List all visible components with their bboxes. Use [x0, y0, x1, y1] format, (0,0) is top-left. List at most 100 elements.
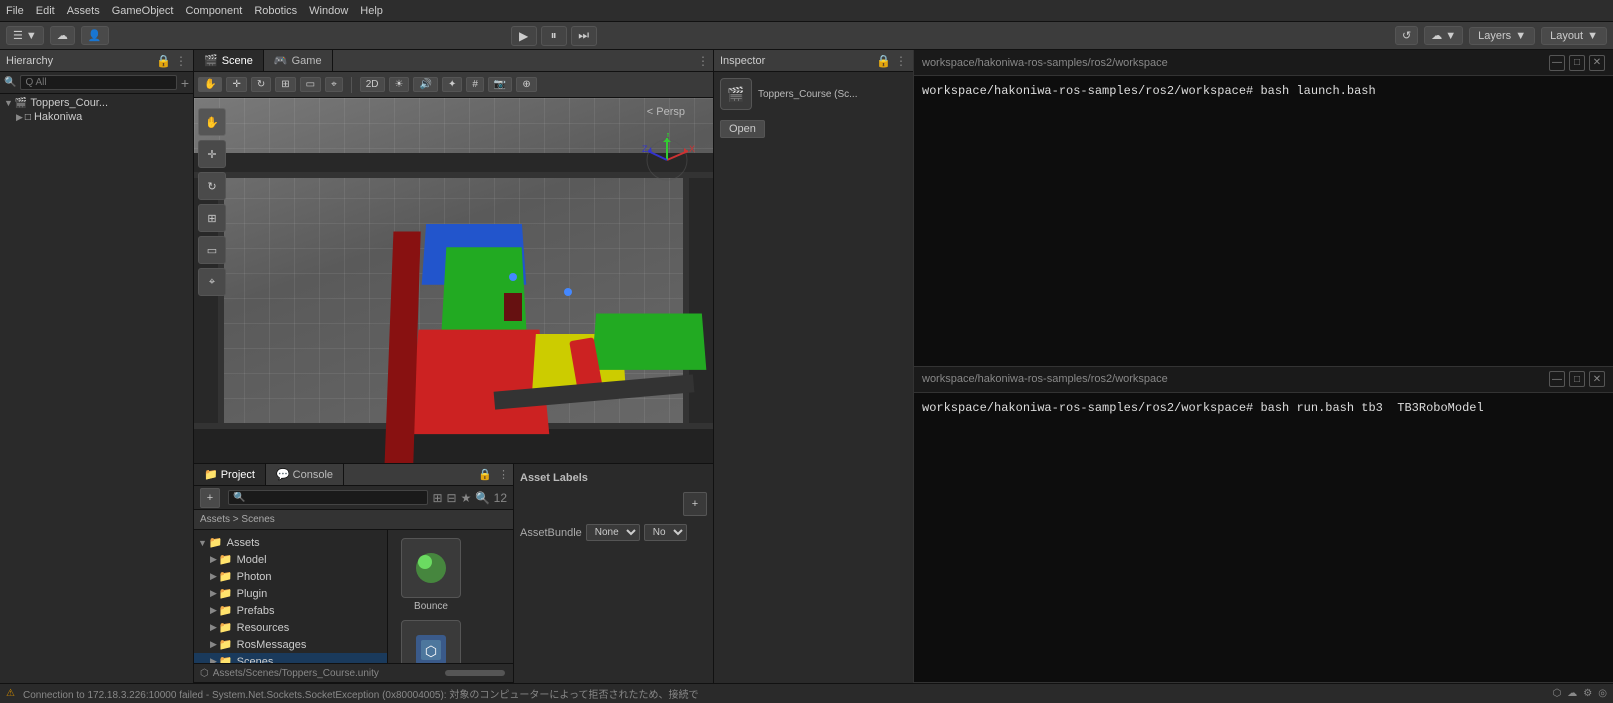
- menu-item-file[interactable]: File: [6, 5, 24, 17]
- undo-history-button[interactable]: ↺: [1395, 26, 1418, 45]
- more-icon[interactable]: ⋮: [498, 468, 509, 481]
- asset-tree-item-rosmessages[interactable]: ▶ 📁 RosMessages: [194, 636, 387, 653]
- maximize-button[interactable]: □: [1569, 371, 1585, 387]
- layout-dropdown[interactable]: Layout ▼: [1541, 27, 1607, 45]
- lock-icon[interactable]: 🔒: [876, 54, 891, 68]
- menu-item-robotics[interactable]: Robotics: [254, 5, 297, 17]
- scene-gizmos-toggle[interactable]: ⊕: [516, 77, 536, 92]
- folder-icon: 📁: [219, 587, 233, 600]
- pause-button[interactable]: ⏸: [541, 26, 567, 46]
- scene-grid-toggle[interactable]: #: [466, 77, 484, 92]
- layers-icon[interactable]: ◎: [1598, 688, 1607, 699]
- asset-tree-item-photon[interactable]: ▶ 📁 Photon: [194, 568, 387, 585]
- cloud-icon[interactable]: ☁: [1567, 688, 1577, 699]
- close-button[interactable]: ✕: [1589, 371, 1605, 387]
- menu-item-component[interactable]: Component: [185, 5, 242, 17]
- scene-hand-tool[interactable]: ✋: [198, 77, 222, 92]
- colums-icon[interactable]: ⊞: [432, 491, 442, 505]
- tab-scene[interactable]: 🎬 Scene: [194, 50, 264, 71]
- scene-2d-toggle[interactable]: 2D: [360, 77, 385, 92]
- add-label-button[interactable]: +: [683, 492, 707, 516]
- scene-fx-toggle[interactable]: ✦: [442, 77, 462, 92]
- scene-camera-toggle[interactable]: 📷: [488, 77, 512, 92]
- asset-tree-item-resources[interactable]: ▶ 📁 Resources: [194, 619, 387, 636]
- asset-grid: Bounce ⬡ Configurati...: [388, 530, 513, 663]
- hierarchy-icons: 🔒 ⋮: [156, 54, 187, 68]
- menu-item-assets[interactable]: Assets: [67, 5, 100, 17]
- asset-tree-item-assets[interactable]: ▼ 📁 Assets: [194, 534, 387, 551]
- inspector-scene-row: 🎬 Toppers_Course (Sc...: [720, 78, 907, 110]
- scene-view[interactable]: < Persp X: [194, 98, 713, 463]
- path-text: Assets/Scenes/Toppers_Course.unity: [213, 668, 379, 679]
- asset-tree-item-scenes[interactable]: ▶ 📁 Scenes: [194, 653, 387, 663]
- gizmo[interactable]: X Y Z: [640, 133, 695, 188]
- scale-tool-btn[interactable]: ⊞: [198, 204, 226, 232]
- move-tool-btn[interactable]: ✛: [198, 140, 226, 168]
- scene-rotate-tool[interactable]: ↻: [251, 77, 271, 92]
- asset-tree-item-plugin[interactable]: ▶ 📁 Plugin: [194, 585, 387, 602]
- menu-item-edit[interactable]: Edit: [36, 5, 55, 17]
- asset-item-configuration[interactable]: ⬡ Configurati...: [396, 620, 466, 663]
- asset-bundle-row: AssetBundle None No: [520, 524, 707, 541]
- rotate-tool-btn[interactable]: ↻: [198, 172, 226, 200]
- global-tool-btn[interactable]: ⌖: [198, 268, 226, 296]
- menu-item-window[interactable]: Window: [309, 5, 348, 17]
- asset-item-bounce[interactable]: Bounce: [396, 538, 466, 612]
- scene-rect-tool[interactable]: ▭: [300, 77, 321, 92]
- scene-move-tool[interactable]: ✛: [226, 77, 246, 92]
- asset-bundle-dropdown[interactable]: None: [586, 524, 640, 541]
- hierarchy-search-input[interactable]: [20, 75, 176, 90]
- asset-bundle-variant-dropdown[interactable]: No: [644, 524, 687, 541]
- close-button[interactable]: ✕: [1589, 55, 1605, 71]
- layers-dropdown[interactable]: Layers ▼: [1469, 27, 1535, 45]
- play-button[interactable]: ▶: [511, 26, 537, 46]
- open-button[interactable]: Open: [720, 120, 765, 138]
- add-project-button[interactable]: +: [200, 488, 220, 508]
- asset-tree-label: Assets: [227, 537, 260, 549]
- collab-button[interactable]: ☁ ▼: [1424, 26, 1463, 45]
- hand-tool-btn[interactable]: ✋: [198, 108, 226, 136]
- add-icon[interactable]: +: [181, 75, 189, 91]
- asset-tree-item-model[interactable]: ▶ 📁 Model: [194, 551, 387, 568]
- asset-tree-item-prefabs[interactable]: ▶ 📁 Prefabs: [194, 602, 387, 619]
- tab-game[interactable]: 🎮 Game: [264, 50, 333, 71]
- filter-icon[interactable]: 🔍 12: [475, 491, 507, 505]
- account-button[interactable]: 👤: [81, 26, 109, 45]
- tab-console[interactable]: 💬 Console: [266, 464, 344, 485]
- maximize-button[interactable]: □: [1569, 55, 1585, 71]
- terminals-area: workspace/hakoniwa-ros-samples/ros2/work…: [913, 50, 1613, 683]
- more-icon[interactable]: ⋮: [175, 54, 187, 68]
- step-button[interactable]: ⏭: [571, 26, 597, 46]
- scene-transform-tool[interactable]: ⌖: [325, 77, 343, 92]
- menu-item-gameobject[interactable]: GameObject: [112, 5, 174, 17]
- rect-tool-btn[interactable]: ▭: [198, 236, 226, 264]
- more-icon[interactable]: ⋮: [895, 54, 907, 68]
- scene-audio-toggle[interactable]: 🔊: [413, 77, 437, 92]
- asset-label: Bounce: [414, 601, 448, 612]
- more-icon[interactable]: ⋮: [697, 54, 709, 68]
- hierarchy-item-toppers[interactable]: ▼ 🎬 Toppers_Cour...: [0, 96, 193, 110]
- scene-light-toggle[interactable]: ☀: [389, 77, 410, 92]
- hamburger-button[interactable]: ☰ ▼: [6, 26, 44, 45]
- lock-icon[interactable]: 🔒: [478, 468, 492, 481]
- sort-icon[interactable]: ⊟: [447, 491, 457, 505]
- settings-icon[interactable]: ⚙: [1583, 688, 1592, 699]
- minimize-button[interactable]: —: [1549, 55, 1565, 71]
- menu-item-help[interactable]: Help: [360, 5, 383, 17]
- terminal-1-titlebar: workspace/hakoniwa-ros-samples/ros2/work…: [914, 50, 1613, 76]
- tab-project[interactable]: 📁 Project: [194, 464, 266, 485]
- chevron-right-icon: ▶: [210, 605, 217, 616]
- hierarchy-item-hakoniwa[interactable]: ▶ □ Hakoniwa: [12, 110, 193, 124]
- scene-toolbar: ✋ ✛ ↻ ⊞ ▭ ⌖ 2D ☀ 🔊 ✦ # 📷 ⊕: [194, 72, 713, 98]
- project-search-input[interactable]: [228, 490, 428, 505]
- hierarchy-list: ▼ 🎬 Toppers_Cour... ▶ □ Hakoniwa: [0, 94, 193, 683]
- unity-collab-icon[interactable]: ⬡: [1553, 688, 1562, 699]
- asset-thumb-bounce: [401, 538, 461, 598]
- console-tab-label: Console: [293, 469, 333, 481]
- cloud-button[interactable]: ☁: [50, 26, 75, 45]
- scene-scale-tool[interactable]: ⊞: [275, 77, 295, 92]
- star-icon[interactable]: ★: [461, 491, 472, 505]
- minimize-button[interactable]: —: [1549, 371, 1565, 387]
- lock-icon[interactable]: 🔒: [156, 54, 171, 68]
- terminal-2: workspace/hakoniwa-ros-samples/ros2/work…: [914, 367, 1613, 684]
